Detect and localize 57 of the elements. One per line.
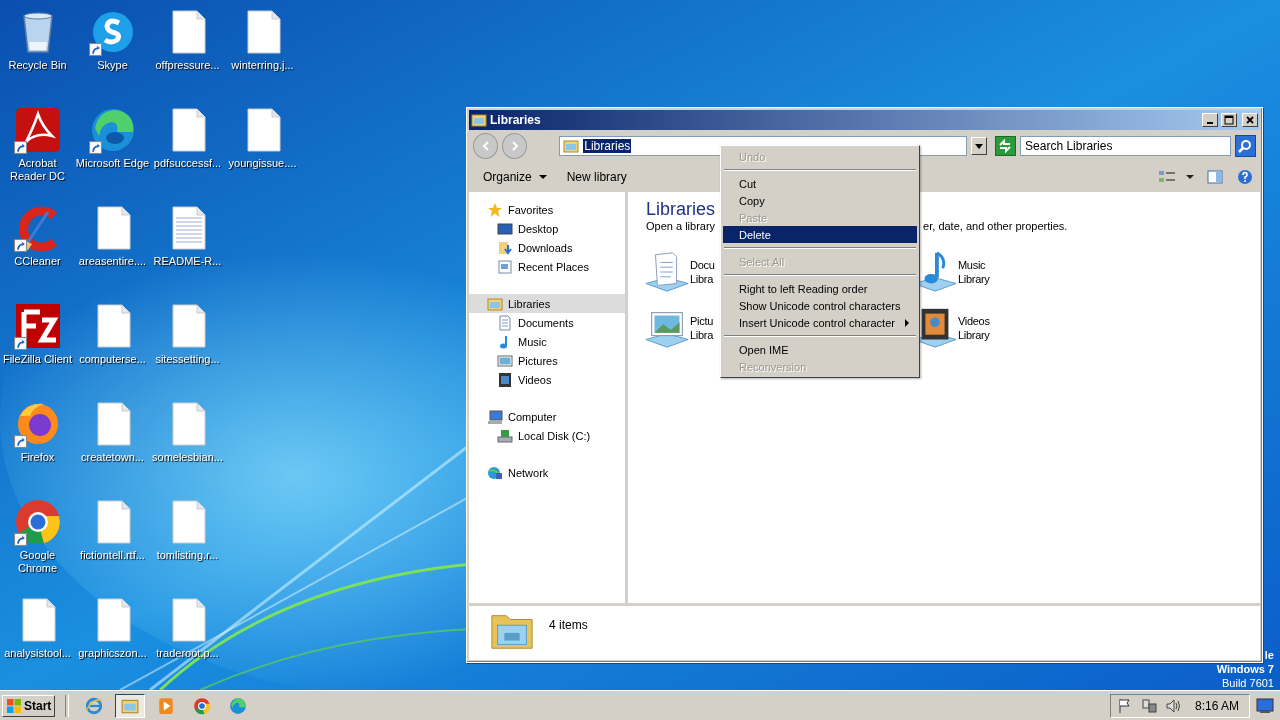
menu-item[interactable]: Cut xyxy=(723,175,917,192)
menu-item[interactable]: Open IME xyxy=(723,341,917,358)
description-text: Open a library xyxy=(646,220,716,234)
os-version-text: le xyxy=(1264,648,1274,662)
icon-label[interactable]: pdfsuccessf... xyxy=(153,157,222,170)
icon-label[interactable]: FileZilla Client xyxy=(2,353,73,366)
icon-label[interactable]: computerse... xyxy=(79,353,146,366)
library-type: Libra xyxy=(690,272,713,286)
icon-label[interactable]: Firefox xyxy=(20,451,55,464)
new-library-button[interactable]: New library xyxy=(558,167,635,187)
icon-label[interactable]: Microsoft Edge xyxy=(75,157,150,170)
library-name[interactable]: Videos xyxy=(958,314,990,328)
library-name[interactable]: Pictu xyxy=(690,314,713,328)
nav-item[interactable]: Videos xyxy=(469,370,625,389)
menu-item[interactable]: Copy xyxy=(723,192,917,209)
menu-item[interactable]: Insert Unicode control character xyxy=(723,314,917,331)
nav-item[interactable]: Downloads xyxy=(469,238,625,257)
nav-item[interactable]: Music xyxy=(469,332,625,351)
window-title: Libraries xyxy=(490,113,541,127)
nav-item[interactable]: Desktop xyxy=(469,219,625,238)
icon-label[interactable]: Recycle Bin xyxy=(8,59,67,72)
os-version-text: Windows 7 xyxy=(1216,662,1274,676)
library-name[interactable]: Music xyxy=(958,258,986,272)
menu-item[interactable]: Show Unicode control characters xyxy=(723,297,917,314)
menu-item[interactable]: Delete xyxy=(723,226,917,243)
organize-button[interactable]: Organize xyxy=(475,167,555,187)
icon-label[interactable]: offpressure... xyxy=(155,59,220,72)
icon-label[interactable]: Skype xyxy=(97,59,128,72)
nav-item[interactable]: Favorites xyxy=(469,200,625,219)
library-type: Library xyxy=(958,328,990,342)
library-name[interactable]: Docu xyxy=(690,258,715,272)
nav-item[interactable]: Libraries xyxy=(469,294,625,313)
menu-item[interactable]: Right to left Reading order xyxy=(723,280,917,297)
nav-item[interactable]: Recent Places xyxy=(469,257,625,276)
nav-item[interactable]: Network xyxy=(469,463,625,482)
icon-label[interactable]: README-R... xyxy=(153,255,222,268)
start-button[interactable]: Start xyxy=(2,694,56,717)
search-field[interactable]: Search Libraries xyxy=(1020,136,1231,156)
description-text: er, date, and other properties. xyxy=(923,220,1068,234)
nav-item[interactable]: Local Disk (C:) xyxy=(469,426,625,445)
clock: 8:16 AM xyxy=(1194,698,1239,713)
nav-item[interactable]: Documents xyxy=(469,313,625,332)
icon-label[interactable]: Acrobat Reader DC xyxy=(0,157,75,183)
icon-label[interactable]: analysistool... xyxy=(4,647,71,660)
icon-label[interactable]: areasentire.... xyxy=(78,255,147,268)
icon-label[interactable]: youngissue.... xyxy=(228,157,297,170)
library-type: Libra xyxy=(690,328,713,342)
icon-label[interactable]: CCleaner xyxy=(14,255,61,268)
icon-label[interactable]: graphicszon... xyxy=(78,647,147,660)
nav-item[interactable]: Pictures xyxy=(469,351,625,370)
page-heading: Libraries xyxy=(646,198,716,220)
os-version-text: Build 7601 xyxy=(1222,676,1274,690)
library-type: Library xyxy=(958,272,990,286)
icon-label[interactable]: winterring.j... xyxy=(231,59,294,72)
item-count: 4 items xyxy=(549,618,588,632)
icon-label[interactable]: Google Chrome xyxy=(0,549,75,575)
nav-item[interactable]: Computer xyxy=(469,407,625,426)
